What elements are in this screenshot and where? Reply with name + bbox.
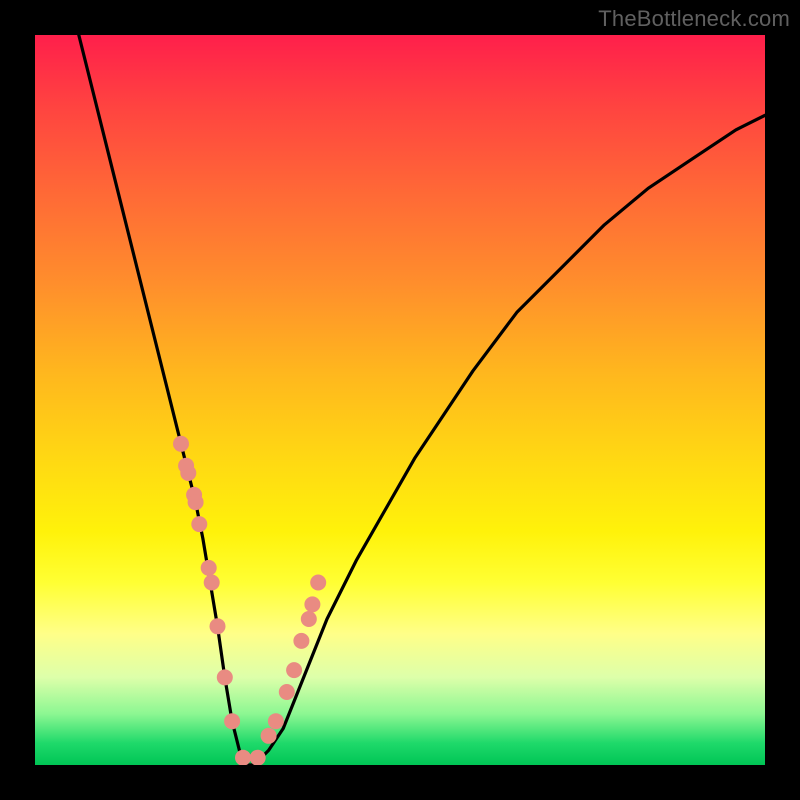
data-marker <box>180 465 196 481</box>
data-marker <box>235 750 251 765</box>
data-marker <box>201 560 217 576</box>
data-marker <box>304 596 320 612</box>
data-marker <box>261 728 277 744</box>
watermark-text: TheBottleneck.com <box>598 6 790 32</box>
data-marker <box>204 575 220 591</box>
data-marker <box>268 713 284 729</box>
data-marker <box>293 633 309 649</box>
bottleneck-chart <box>35 35 765 765</box>
curve-path <box>79 35 765 765</box>
data-marker <box>210 618 226 634</box>
data-marker <box>250 750 266 765</box>
data-marker <box>279 684 295 700</box>
data-marker <box>301 611 317 627</box>
data-marker <box>217 669 233 685</box>
data-marker <box>286 662 302 678</box>
data-marker <box>173 436 189 452</box>
chart-frame: TheBottleneck.com <box>0 0 800 800</box>
data-marker <box>191 516 207 532</box>
data-marker <box>310 575 326 591</box>
data-marker <box>188 494 204 510</box>
plot-area <box>35 35 765 765</box>
data-marker <box>224 713 240 729</box>
